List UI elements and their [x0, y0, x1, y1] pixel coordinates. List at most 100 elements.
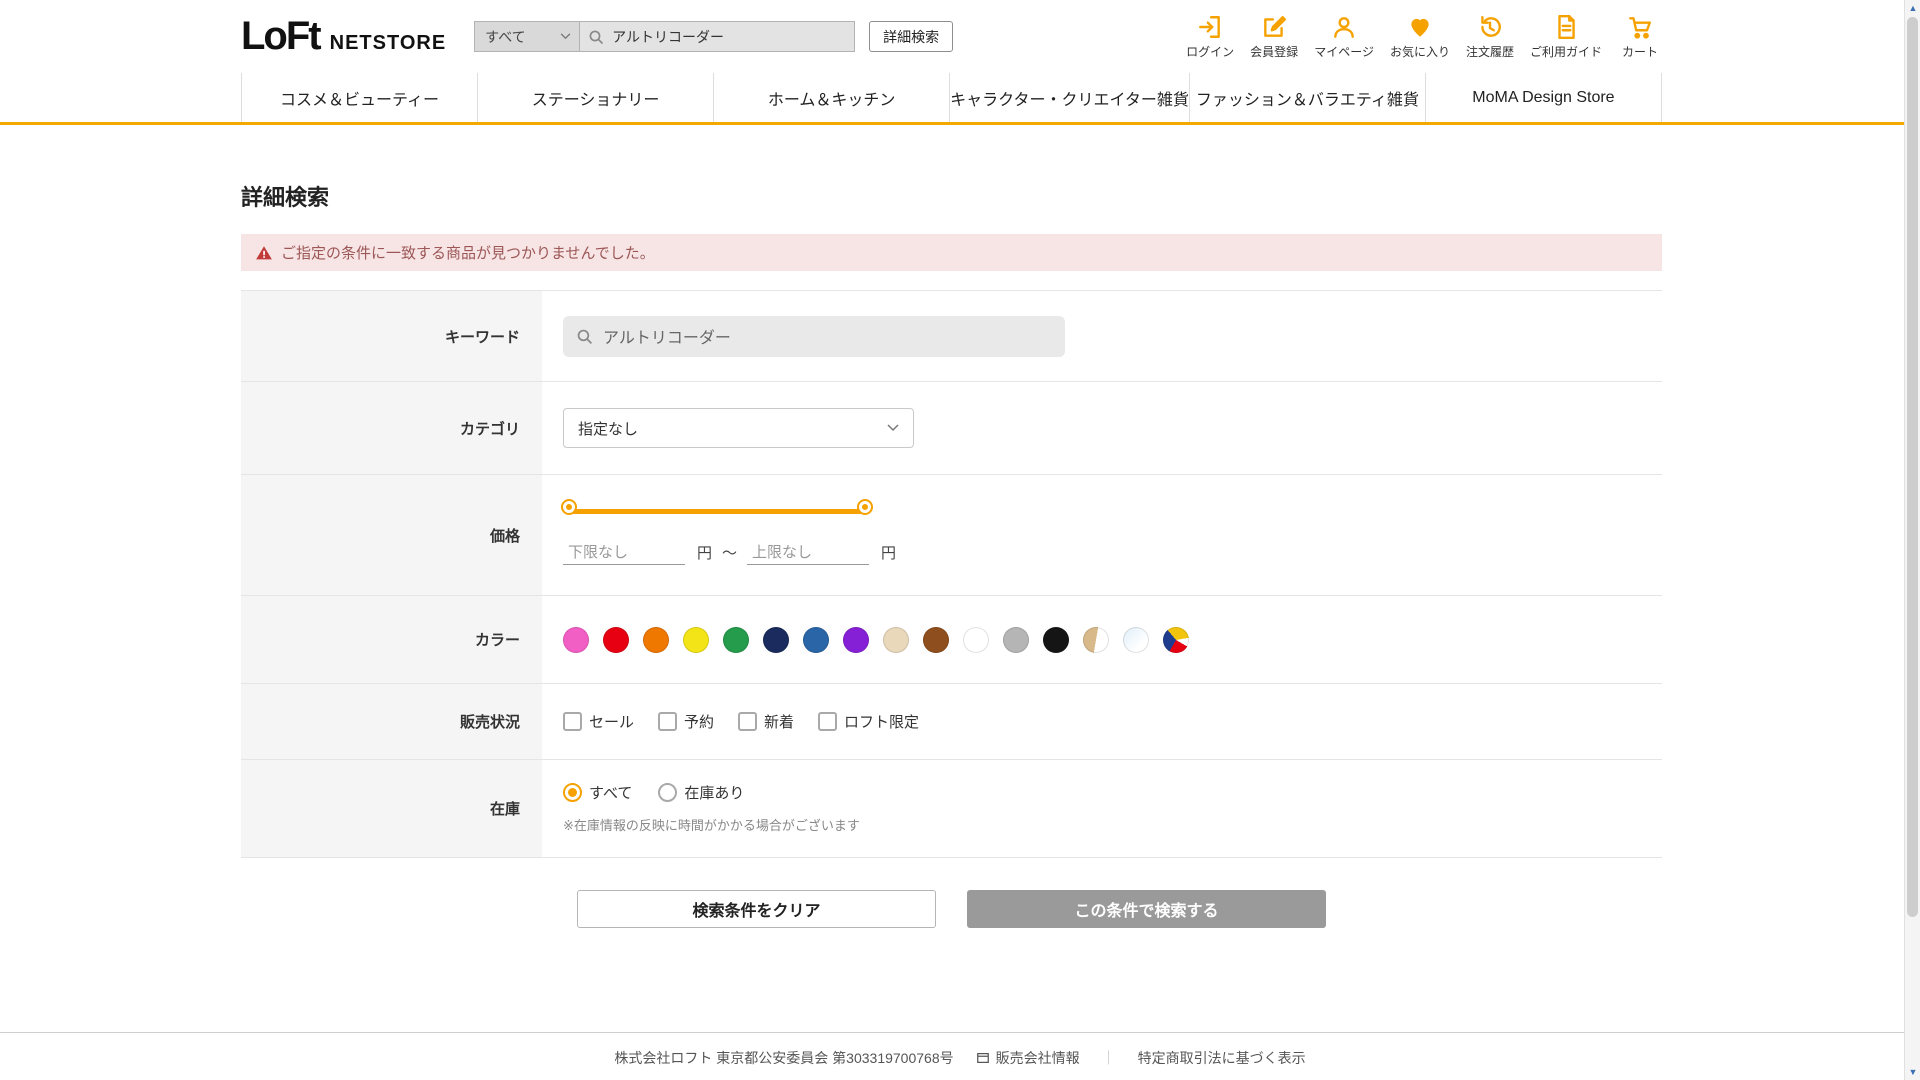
- mypage-button[interactable]: マイページ: [1314, 14, 1374, 60]
- category-select[interactable]: 指定なし: [563, 408, 914, 448]
- color-swatch-orange[interactable]: [643, 627, 669, 653]
- search-icon: [588, 29, 604, 45]
- seller-info-label: 販売会社情報: [996, 1048, 1080, 1068]
- color-swatch-black[interactable]: [1043, 627, 1069, 653]
- scrollbar[interactable]: ▲ ▼: [1904, 0, 1920, 1080]
- favorites-button[interactable]: お気に入り: [1390, 14, 1450, 60]
- nav-item-home-kitchen[interactable]: ホーム＆キッチン: [713, 73, 949, 122]
- checkbox-loft-exclusive[interactable]: ロフト限定: [818, 711, 919, 732]
- chevron-down-icon: [887, 424, 899, 432]
- checkbox-sale[interactable]: セール: [563, 711, 634, 732]
- yen-label-max: 円: [881, 542, 896, 563]
- checkbox-loft-exclusive-box[interactable]: [818, 712, 837, 731]
- color-swatch-pink[interactable]: [563, 627, 589, 653]
- chevron-down-icon: [560, 33, 571, 40]
- color-swatch-gold[interactable]: [1083, 627, 1109, 653]
- category-select-value: 指定なし: [578, 418, 638, 439]
- nav-item-moma[interactable]: MoMA Design Store: [1425, 73, 1662, 122]
- radio-stock-available[interactable]: 在庫あり: [658, 782, 744, 803]
- sale-status-label: 販売状況: [241, 684, 542, 759]
- order-history-button[interactable]: 注文履歴: [1466, 14, 1514, 60]
- sale-status-row: 販売状況 セール 予約 新着: [241, 683, 1662, 759]
- warning-icon: [255, 244, 273, 262]
- checkbox-new-box[interactable]: [738, 712, 757, 731]
- price-min-input[interactable]: [563, 541, 685, 565]
- radio-stock-all-label: すべて: [589, 782, 632, 803]
- header-search-category-value: すべて: [485, 27, 525, 47]
- header-search-input[interactable]: [580, 22, 854, 51]
- header-search-category-select[interactable]: すべて: [474, 21, 580, 52]
- guide-label: ご利用ガイド: [1530, 43, 1602, 60]
- search-submit-button[interactable]: この条件で検索する: [967, 890, 1326, 928]
- history-icon: [1477, 14, 1503, 40]
- color-swatch-gray[interactable]: [1003, 627, 1029, 653]
- color-swatch-beige[interactable]: [883, 627, 909, 653]
- footer-company-text: 株式会社ロフト 東京都公安委員会 第303319700768号: [614, 1048, 953, 1068]
- site-header: LoFt NETSTORE すべて 詳細検索 ログイン 会員登録: [0, 0, 1920, 125]
- stock-note: ※在庫情報の反映に時間がかかる場合がございます: [563, 815, 1662, 834]
- main-content: 詳細検索 ご指定の条件に一致する商品が見つかりませんでした。 キーワード カテゴ…: [241, 180, 1662, 928]
- guide-button[interactable]: ご利用ガイド: [1530, 14, 1602, 60]
- color-swatch-navy[interactable]: [763, 627, 789, 653]
- cart-button[interactable]: カート: [1618, 14, 1662, 60]
- register-button[interactable]: 会員登録: [1250, 14, 1298, 60]
- keyword-label: キーワード: [241, 291, 542, 381]
- price-max-input[interactable]: [747, 541, 869, 565]
- checkbox-reserve-label: 予約: [684, 711, 714, 732]
- color-swatch-brown[interactable]: [923, 627, 949, 653]
- color-swatch-clear[interactable]: [1123, 627, 1149, 653]
- price-label: 価格: [241, 475, 542, 595]
- tilde-label: ～: [722, 542, 737, 563]
- checkbox-loft-exclusive-label: ロフト限定: [844, 711, 919, 732]
- radio-stock-all-circle[interactable]: [563, 783, 582, 802]
- heart-icon: [1407, 14, 1433, 40]
- nav-item-character[interactable]: キャラクター・クリエイター雑貨: [949, 73, 1189, 122]
- color-label: カラー: [241, 596, 542, 683]
- radio-stock-all[interactable]: すべて: [563, 782, 632, 803]
- radio-stock-available-label: 在庫あり: [684, 782, 744, 803]
- utility-menu: ログイン 会員登録 マイページ お気に入り 注文履歴 ご利用ガイド: [1186, 14, 1662, 60]
- checkbox-reserve[interactable]: 予約: [658, 711, 714, 732]
- commerce-law-link[interactable]: 特定商取引法に基づく表示: [1138, 1048, 1306, 1068]
- price-range-slider[interactable]: [567, 499, 867, 523]
- clear-conditions-button[interactable]: 検索条件をクリア: [577, 890, 936, 928]
- logo-loft-text: LoFt: [241, 14, 320, 59]
- seller-info-link[interactable]: 販売会社情報: [976, 1048, 1080, 1068]
- color-row: カラー: [241, 595, 1662, 683]
- login-icon: [1197, 14, 1223, 40]
- scrollbar-down-arrow[interactable]: ▼: [1905, 1064, 1920, 1080]
- color-swatch-white[interactable]: [963, 627, 989, 653]
- order-history-label: 注文履歴: [1466, 43, 1514, 60]
- login-button[interactable]: ログイン: [1186, 14, 1234, 60]
- main-nav: コスメ＆ビューティー ステーショナリー ホーム＆キッチン キャラクター・クリエイ…: [241, 73, 1662, 122]
- stock-row: 在庫 すべて 在庫あり ※在庫情報の反映に時間がかかる場合がございます: [241, 759, 1662, 857]
- color-swatch-multicolor[interactable]: [1163, 627, 1189, 653]
- color-swatch-red[interactable]: [603, 627, 629, 653]
- nav-item-stationery[interactable]: ステーショナリー: [477, 73, 713, 122]
- loft-logo[interactable]: LoFt NETSTORE: [241, 14, 446, 59]
- header-detail-search-button[interactable]: 詳細検索: [869, 21, 953, 52]
- form-actions: 検索条件をクリア この条件で検索する: [241, 890, 1662, 928]
- mypage-label: マイページ: [1314, 43, 1374, 60]
- price-slider-min-handle[interactable]: [563, 501, 575, 513]
- keyword-input[interactable]: [563, 316, 1065, 357]
- checkbox-reserve-box[interactable]: [658, 712, 677, 731]
- radio-stock-available-circle[interactable]: [658, 783, 677, 802]
- stock-label: 在庫: [241, 760, 542, 857]
- price-slider-track[interactable]: [567, 509, 867, 514]
- scrollbar-thumb[interactable]: [1907, 17, 1918, 917]
- color-swatch-yellow[interactable]: [683, 627, 709, 653]
- color-swatch-blue[interactable]: [803, 627, 829, 653]
- scrollbar-up-arrow[interactable]: ▲: [1905, 0, 1920, 16]
- mypage-icon: [1331, 14, 1357, 40]
- login-label: ログイン: [1186, 43, 1234, 60]
- price-slider-max-handle[interactable]: [859, 501, 871, 513]
- color-swatch-purple[interactable]: [843, 627, 869, 653]
- nav-item-cosme[interactable]: コスメ＆ビューティー: [241, 73, 477, 122]
- logo-netstore-text: NETSTORE: [330, 32, 447, 55]
- nav-item-fashion[interactable]: ファッション＆バラエティ雑貨: [1189, 73, 1425, 122]
- cart-label: カート: [1622, 43, 1658, 60]
- color-swatch-green[interactable]: [723, 627, 749, 653]
- checkbox-sale-box[interactable]: [563, 712, 582, 731]
- checkbox-new[interactable]: 新着: [738, 711, 794, 732]
